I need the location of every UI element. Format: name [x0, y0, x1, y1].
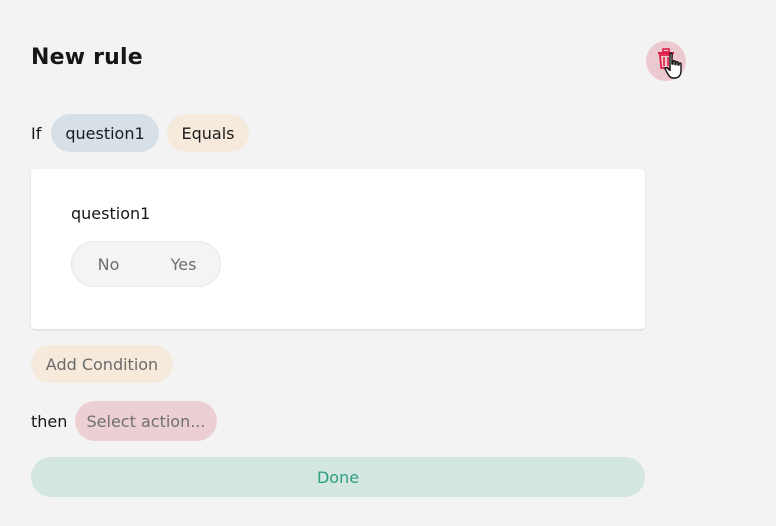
rule-title: New rule: [31, 45, 143, 70]
add-condition-button[interactable]: Add Condition: [31, 345, 173, 383]
condition-question-pill[interactable]: question1: [51, 114, 159, 152]
select-action-dropdown[interactable]: Select action...: [75, 401, 217, 441]
trash-icon: [656, 48, 676, 74]
delete-rule-button[interactable]: [646, 41, 686, 81]
condition-operator-pill[interactable]: Equals: [167, 114, 249, 152]
if-label: If: [31, 124, 42, 143]
then-label: then: [31, 412, 68, 431]
rule-editor: New rule If question1 Equals question1 N…: [0, 0, 776, 526]
toggle-option-no[interactable]: No: [71, 255, 146, 274]
yes-no-toggle[interactable]: No Yes: [71, 241, 221, 287]
card-question-label: question1: [71, 204, 151, 223]
done-button[interactable]: Done: [31, 457, 645, 497]
toggle-option-yes[interactable]: Yes: [146, 255, 221, 274]
condition-value-card: question1 No Yes: [31, 169, 645, 329]
